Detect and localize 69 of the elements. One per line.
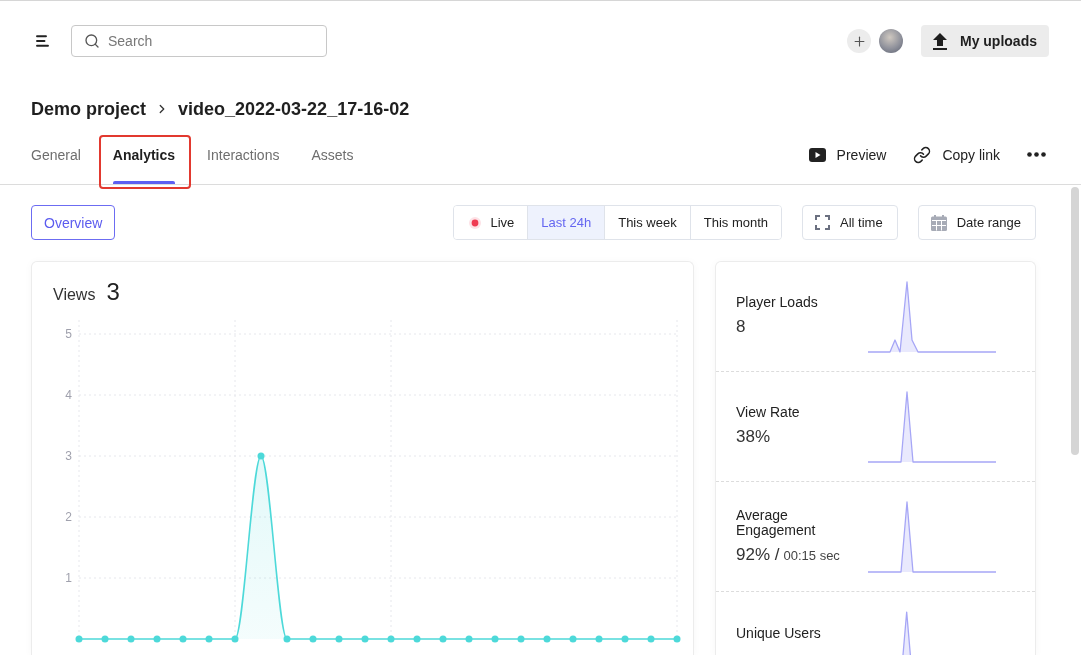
tab[interactable]: Assets	[311, 135, 354, 184]
search-icon	[84, 33, 100, 49]
metric-label: View Rate	[736, 405, 801, 420]
data-point	[595, 635, 603, 643]
data-point	[413, 635, 421, 643]
search-field[interactable]: Search	[71, 25, 327, 57]
data-point	[257, 452, 265, 460]
overview-button[interactable]: Overview	[31, 205, 116, 240]
preview-button[interactable]: Preview	[808, 146, 887, 163]
tab[interactable]: Interactions	[207, 135, 280, 184]
page-title: video_2022-03-22_17-16-02	[178, 98, 410, 120]
data-point	[179, 635, 187, 643]
y-tick-label: 1	[65, 571, 72, 585]
data-point	[283, 635, 291, 643]
tab[interactable]: General	[31, 135, 81, 184]
data-point	[387, 635, 395, 643]
breadcrumb-link[interactable]: Demo project	[31, 98, 147, 120]
y-tick-label: 4	[65, 388, 72, 402]
tab[interactable]: Analytics	[112, 135, 176, 184]
data-point	[361, 635, 369, 643]
y-tick-label: 5	[65, 327, 72, 341]
upload-icon	[933, 32, 947, 50]
metric-label: Average Engagement	[736, 507, 817, 538]
data-point	[153, 635, 161, 643]
data-point	[101, 635, 109, 643]
menu-icon[interactable]	[36, 35, 49, 47]
status-dot-icon	[469, 216, 482, 229]
data-point	[231, 635, 239, 643]
metric-detail: 00:15 sec	[783, 547, 840, 563]
views-count: 3	[106, 279, 120, 305]
data-point	[127, 635, 135, 643]
scrollbar-thumb[interactable]	[1071, 187, 1079, 455]
data-point	[621, 635, 629, 643]
plus-icon	[851, 33, 867, 49]
play-icon	[808, 147, 826, 162]
views-title: Views	[53, 285, 96, 305]
metric-value: 38%	[736, 426, 771, 448]
all-time-button[interactable]: All time	[802, 205, 898, 240]
sparkline	[902, 611, 912, 655]
date-range-button[interactable]: Date range	[917, 205, 1036, 240]
data-point	[647, 635, 655, 643]
metric-label: Player Loads	[736, 295, 819, 310]
avatar[interactable]	[879, 29, 903, 53]
data-point	[465, 635, 473, 643]
data-point	[335, 635, 343, 643]
range-option[interactable]: This month	[689, 206, 782, 239]
more-button[interactable]	[1027, 152, 1046, 157]
data-point	[673, 635, 681, 643]
data-point	[543, 635, 551, 643]
data-point	[569, 635, 577, 643]
metric-value: 92% /	[736, 543, 780, 566]
metric-label: Unique Users	[736, 626, 822, 641]
data-point	[491, 635, 499, 643]
data-point	[75, 635, 83, 643]
data-point	[517, 635, 525, 643]
y-tick-label: 3	[65, 449, 72, 463]
add-button[interactable]	[847, 29, 871, 53]
data-point	[309, 635, 317, 643]
link-icon	[913, 145, 932, 164]
more-icon	[1027, 152, 1046, 157]
calendar-icon	[930, 214, 947, 231]
metric-value: 8	[736, 316, 746, 338]
data-point	[439, 635, 447, 643]
y-tick-label: 2	[65, 510, 72, 524]
copy-link-button[interactable]: Copy link	[913, 145, 1000, 164]
upload-button[interactable]: My uploads	[921, 25, 1049, 57]
expand-icon	[815, 215, 831, 230]
data-point	[205, 635, 213, 643]
range-option[interactable]: Last 24h	[527, 206, 605, 239]
